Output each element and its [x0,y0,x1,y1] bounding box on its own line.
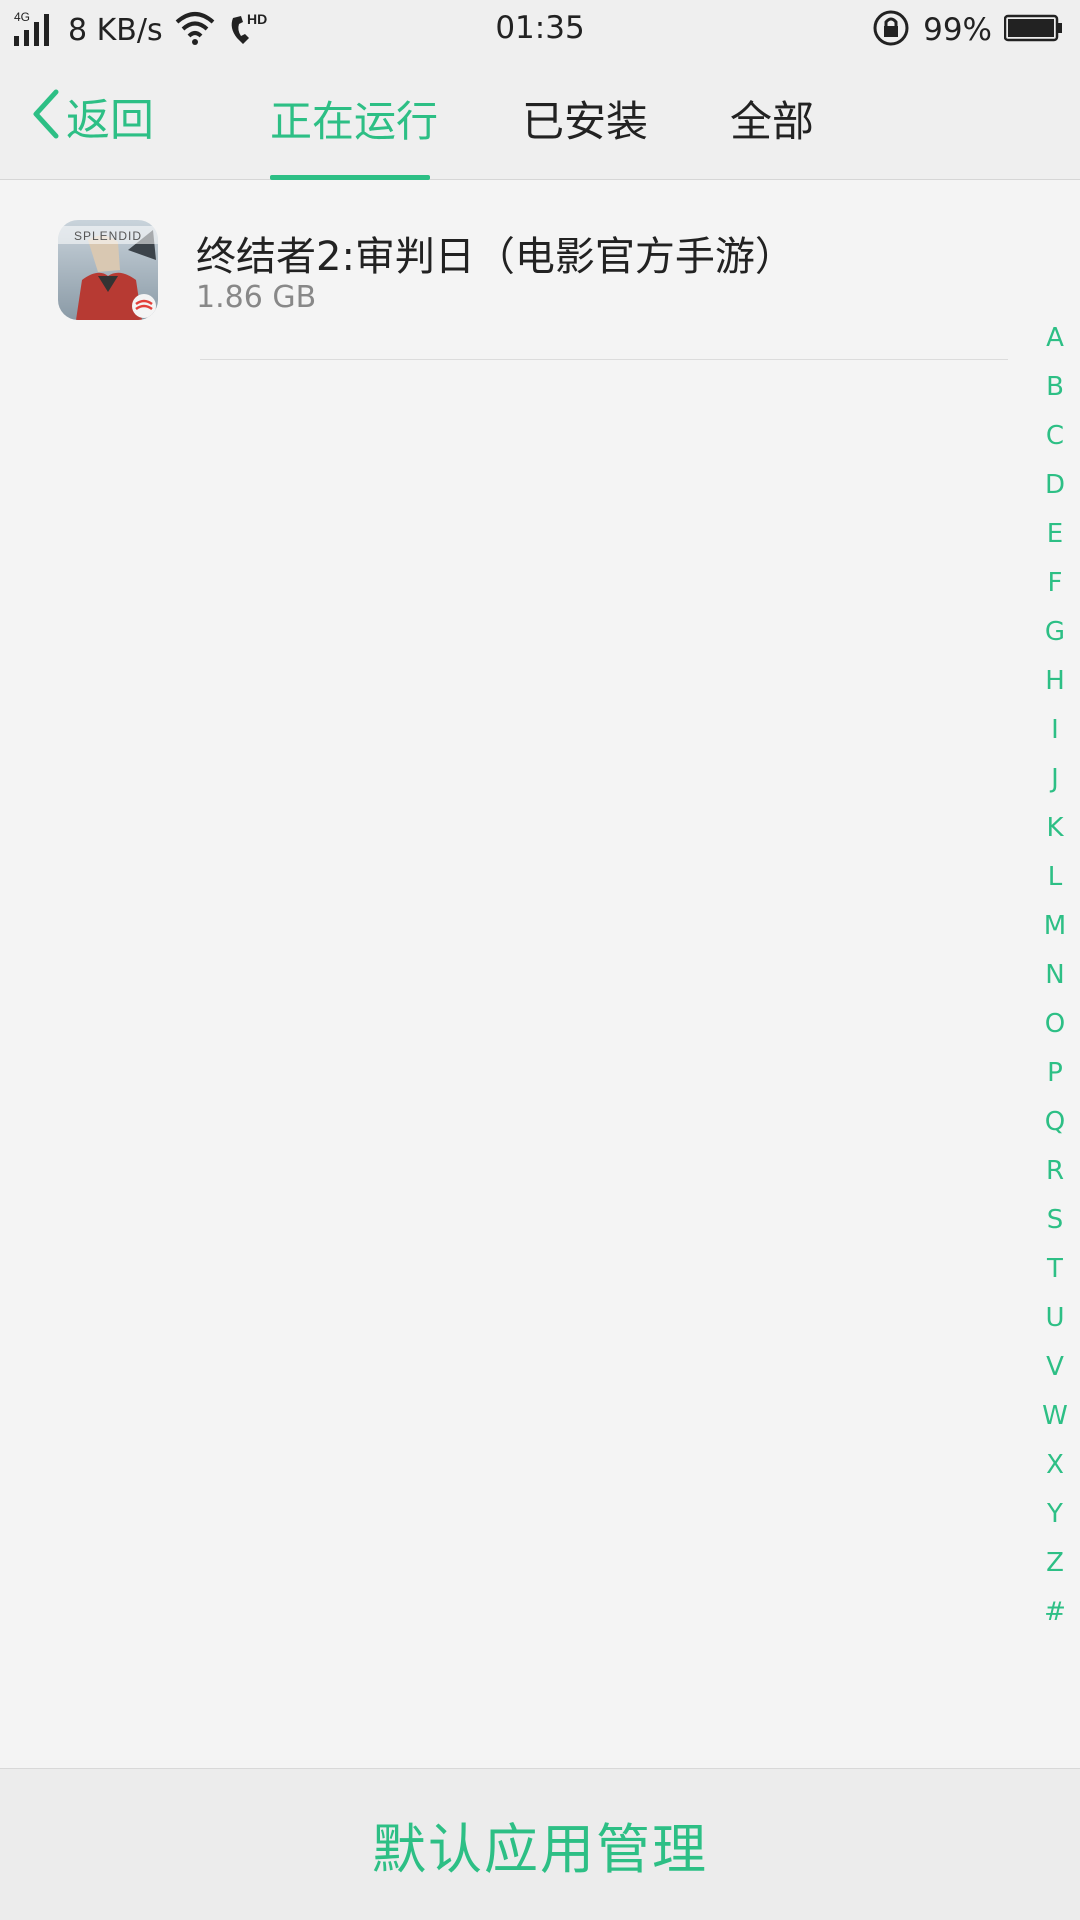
index-letter-y[interactable]: Y [1030,1490,1080,1539]
index-letter-s[interactable]: S [1030,1196,1080,1245]
index-letter-x[interactable]: X [1030,1441,1080,1490]
index-letter-hash[interactable]: # [1030,1588,1080,1637]
app-size: 1.86 GB [196,280,317,315]
tab-running[interactable]: 正在运行 [270,56,438,180]
index-letter-p[interactable]: P [1030,1049,1080,1098]
index-letter-q[interactable]: Q [1030,1098,1080,1147]
alphabet-index[interactable]: A B C D E F G H I J K L M N O P Q R S T … [1030,314,1080,1637]
index-letter-j[interactable]: J [1030,755,1080,804]
index-letter-c[interactable]: C [1030,412,1080,461]
status-right: 99% [871,8,1064,52]
index-letter-n[interactable]: N [1030,951,1080,1000]
list-item[interactable]: SPLENDID 终结者2:审判日（电影官方手游） 1.86 GB [0,180,1010,360]
index-letter-m[interactable]: M [1030,902,1080,951]
app-name: 终结者2:审判日（电影官方手游） [196,234,795,280]
index-letter-a[interactable]: A [1030,314,1080,363]
list-divider [200,359,1008,360]
index-letter-e[interactable]: E [1030,510,1080,559]
status-bar: 4G 8 KB/s HD 01:35 99% [0,0,1080,56]
index-letter-t[interactable]: T [1030,1245,1080,1294]
index-letter-d[interactable]: D [1030,461,1080,510]
index-letter-g[interactable]: G [1030,608,1080,657]
battery-icon [1003,13,1064,47]
index-letter-b[interactable]: B [1030,363,1080,412]
index-letter-f[interactable]: F [1030,559,1080,608]
index-letter-k[interactable]: K [1030,804,1080,853]
tab-all[interactable]: 全部 [730,56,814,180]
index-letter-z[interactable]: Z [1030,1539,1080,1588]
index-letter-l[interactable]: L [1030,853,1080,902]
app-icon-text: SPLENDID [74,229,142,243]
back-label: 返回 [66,95,154,146]
index-letter-u[interactable]: U [1030,1294,1080,1343]
index-letter-r[interactable]: R [1030,1147,1080,1196]
default-app-management-button[interactable]: 默认应用管理 [0,1768,1080,1920]
app-icon: SPLENDID [58,220,158,320]
index-letter-v[interactable]: V [1030,1343,1080,1392]
index-letter-o[interactable]: O [1030,1000,1080,1049]
index-letter-h[interactable]: H [1030,657,1080,706]
footer-label: 默认应用管理 [372,1818,708,1881]
index-letter-i[interactable]: I [1030,706,1080,755]
index-letter-w[interactable]: W [1030,1392,1080,1441]
chevron-left-icon [30,88,60,144]
back-button[interactable]: 返回 [30,86,154,146]
app-header: 返回 正在运行 已安装 全部 [0,56,1080,180]
rotation-lock-icon [871,8,911,52]
battery-percent: 99% [923,12,992,48]
tab-installed[interactable]: 已安装 [522,56,648,180]
